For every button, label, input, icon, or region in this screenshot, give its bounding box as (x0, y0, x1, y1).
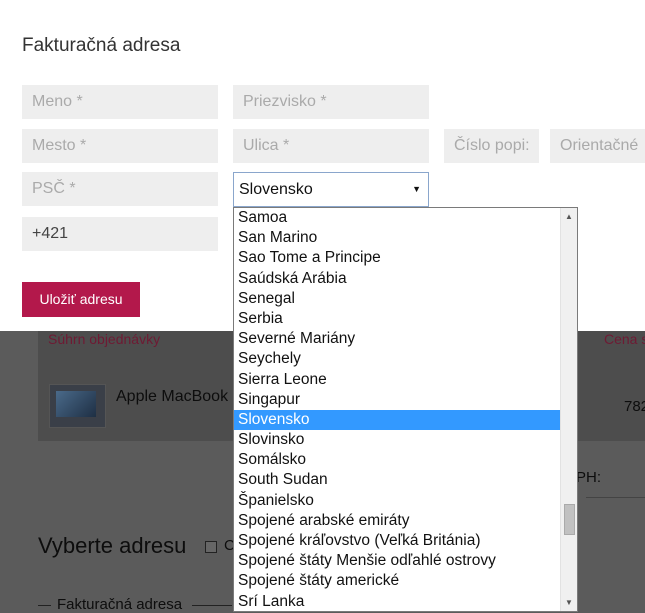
dropdown-option[interactable]: Seychely (234, 349, 561, 369)
dropdown-option[interactable]: Španielsko (234, 491, 561, 511)
vat-label: PH: (576, 469, 602, 486)
last-name-field[interactable]: Priezvisko * (233, 85, 429, 119)
phone-field[interactable]: +421 (22, 217, 218, 251)
scroll-up-arrow-icon[interactable]: ▲ (561, 208, 577, 225)
zip-field[interactable]: PSČ * (22, 172, 218, 206)
choose-address-heading: Vyberte adresu (38, 533, 187, 558)
chevron-down-icon: ▼ (412, 184, 421, 194)
form-title: Fakturačná adresa (22, 35, 181, 56)
dropdown-option[interactable]: Senegal (234, 289, 561, 309)
dropdown-option[interactable]: Spojené arabské emiráty (234, 511, 561, 531)
dropdown-option[interactable]: Sierra Leone (234, 370, 561, 390)
dropdown-option[interactable]: Severné Mariány (234, 329, 561, 349)
country-select[interactable]: Slovensko ▼ (233, 172, 429, 207)
dropdown-option[interactable]: Sao Tome a Principe (234, 248, 561, 268)
scroll-down-arrow-icon[interactable]: ▼ (561, 594, 577, 611)
dropdown-scrollbar[interactable]: ▲ ▼ (560, 208, 577, 611)
dropdown-option[interactable]: Spojené kráľovstvo (Veľká Británia) (234, 531, 561, 551)
dropdown-option[interactable]: Spojené štáty Menšie odľahlé ostrovy (234, 551, 561, 571)
address-checkbox[interactable] (205, 541, 217, 553)
country-dropdown-list[interactable]: Samoa San Marino Sao Tome a Principe Saúdsk… (233, 207, 578, 612)
fieldset-line-right (192, 605, 232, 606)
orientation-number-field[interactable]: Orientačné (550, 129, 645, 163)
dropdown-option[interactable]: Somálsko (234, 450, 561, 470)
country-select-value: Slovensko (239, 181, 313, 198)
first-name-field[interactable]: Meno * (22, 85, 218, 119)
city-field[interactable]: Mesto * (22, 129, 218, 163)
save-address-button[interactable]: Uložiť adresu (22, 282, 140, 317)
product-thumbnail (49, 384, 106, 428)
dropdown-option[interactable]: Serbia (234, 309, 561, 329)
product-name: Apple MacBook P (116, 388, 244, 405)
scrollbar-thumb[interactable] (564, 504, 575, 535)
fieldset-line-left (38, 605, 51, 606)
product-price: 782 (624, 398, 645, 415)
dropdown-options: Samoa San Marino Sao Tome a Principe Saúdsk… (234, 208, 577, 611)
summary-divider (586, 497, 645, 498)
price-column-header: Cena s (604, 331, 645, 347)
dropdown-option[interactable]: San Marino (234, 228, 561, 248)
billing-fieldset-legend: Fakturačná adresa (57, 596, 183, 613)
dropdown-option[interactable]: Singapur (234, 390, 561, 410)
street-field[interactable]: Ulica * (233, 129, 429, 163)
dropdown-option[interactable]: Srí Lanka (234, 592, 561, 611)
order-summary-title: Súhrn objednávky (48, 331, 161, 347)
dropdown-option[interactable]: Spojené štáty americké (234, 571, 561, 591)
dropdown-option[interactable]: South Sudan (234, 470, 561, 490)
dropdown-option[interactable]: Slovensko (234, 409, 561, 431)
dropdown-option[interactable]: Saúdská Arábia (234, 269, 561, 289)
dropdown-option[interactable]: Slovinsko (234, 430, 561, 450)
dropdown-option[interactable]: Samoa (234, 208, 561, 228)
house-number-field[interactable]: Číslo popi: (444, 129, 539, 163)
